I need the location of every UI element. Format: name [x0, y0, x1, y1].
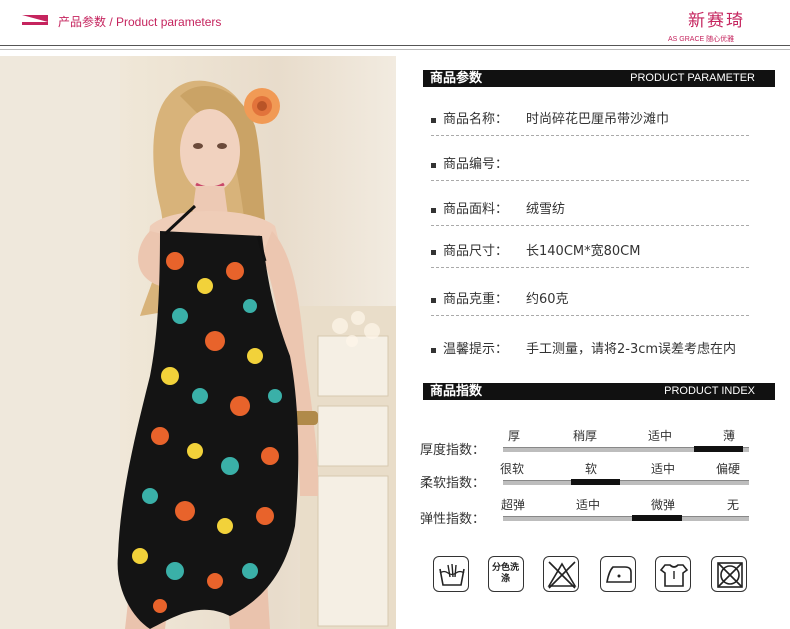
index-section-header: 商品指数 PRODUCT INDEX	[423, 383, 775, 400]
param-value: 手工测量，请将2-3cm误差考虑在内	[526, 342, 737, 357]
index-marker	[693, 446, 743, 452]
bullet-icon	[431, 348, 436, 353]
bullet-icon	[431, 298, 436, 303]
param-row-sku: 商品编号：	[431, 155, 749, 181]
index-label: 厚度指数：	[420, 443, 486, 458]
row-divider	[431, 225, 749, 226]
index-section-title: 商品指数	[430, 384, 483, 399]
index-label: 弹性指数：	[420, 512, 486, 527]
hang-dry-icon	[655, 556, 691, 592]
model-illustration	[0, 56, 396, 629]
header-title: 产品参数 / Product parameters	[58, 15, 222, 29]
index-level: 无	[727, 498, 740, 512]
param-row-fabric: 商品面料： 绒雪纺	[431, 200, 749, 226]
index-row-thickness: 厚度指数： 厚 稍厚 适中 薄	[420, 428, 780, 462]
param-section-title: 商品参数	[430, 71, 483, 86]
brand-slogan: AS GRACE 随心优雅	[668, 36, 735, 43]
no-tumble-dry-icon	[711, 556, 747, 592]
index-level: 薄	[723, 429, 736, 443]
index-marker	[570, 479, 620, 485]
header-mark-icon	[22, 15, 48, 22]
product-photo	[0, 56, 396, 629]
row-divider	[431, 267, 749, 268]
index-level: 厚	[508, 429, 521, 443]
index-section-title-en: PRODUCT INDEX	[664, 385, 755, 397]
param-value: 约60克	[526, 292, 569, 307]
param-label: 商品编号：	[443, 157, 509, 172]
index-track	[503, 480, 749, 485]
index-level: 偏硬	[716, 462, 741, 476]
param-row-name: 商品名称： 时尚碎花巴厘吊带沙滩巾	[431, 110, 749, 136]
bullet-icon	[431, 250, 436, 255]
param-label: 商品面料：	[443, 202, 509, 217]
index-level: 适中	[576, 498, 601, 512]
param-label: 商品名称：	[443, 112, 509, 127]
param-value: 长140CM*宽80CM	[526, 244, 641, 259]
index-level: 稍厚	[573, 429, 598, 443]
row-divider	[431, 315, 749, 316]
param-row-note: 温馨提示： 手工测量，请将2-3cm误差考虑在内	[431, 340, 749, 364]
index-level: 适中	[651, 462, 676, 476]
param-row-weight: 商品克重： 约60克	[431, 290, 749, 316]
param-label: 商品克重：	[443, 292, 509, 307]
iron-low-icon	[600, 556, 636, 592]
index-level: 软	[585, 462, 598, 476]
index-row-softness: 柔软指数： 很软 软 适中 偏硬	[420, 461, 780, 495]
bullet-icon	[431, 118, 436, 123]
header-mark-bar	[22, 22, 48, 25]
param-section-title-en: PRODUCT PARAMETER	[630, 72, 755, 84]
index-row-elasticity: 弹性指数： 超弹 适中 微弹 无	[420, 497, 780, 531]
row-divider	[431, 135, 749, 136]
index-marker	[632, 515, 682, 521]
param-value: 时尚碎花巴厘吊带沙滩巾	[526, 112, 670, 127]
no-bleach-icon	[543, 556, 579, 592]
param-label: 温馨提示：	[443, 342, 509, 357]
param-row-size: 商品尺寸： 长140CM*宽80CM	[431, 242, 749, 268]
wash-separately-icon: 分色洗涤	[488, 556, 524, 592]
row-divider	[431, 180, 749, 181]
hand-wash-icon	[433, 556, 469, 592]
param-section-header: 商品参数 PRODUCT PARAMETER	[423, 70, 775, 87]
bullet-icon	[431, 208, 436, 213]
index-label: 柔软指数：	[420, 476, 486, 491]
page-header: 产品参数 / Product parameters 新赛琦 AS GRACE 随…	[0, 0, 790, 50]
index-track	[503, 516, 749, 521]
bullet-icon	[431, 163, 436, 168]
wash-separately-text: 分色洗涤	[491, 563, 519, 584]
index-level: 适中	[648, 429, 673, 443]
header-divider-thin	[0, 49, 790, 50]
index-level: 超弹	[501, 498, 526, 512]
param-value: 绒雪纺	[526, 202, 566, 217]
index-level: 微弹	[651, 498, 676, 512]
brand-logo-text: 新赛琦	[688, 11, 745, 31]
header-divider	[0, 45, 790, 46]
index-level: 很软	[500, 462, 525, 476]
param-label: 商品尺寸：	[443, 244, 509, 259]
